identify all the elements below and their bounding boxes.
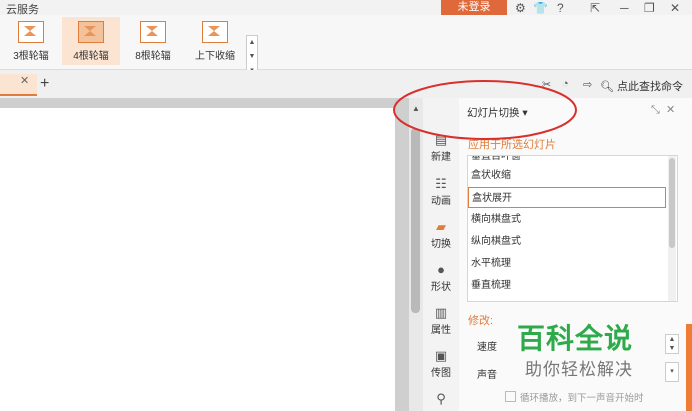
scrollbar-thumb[interactable]	[411, 128, 420, 313]
sound-label: 声音	[477, 370, 497, 381]
share-icon[interactable]: ⇨	[583, 78, 592, 91]
list-item[interactable]: 垂直梳理	[468, 275, 669, 296]
help-icon[interactable]: ?	[557, 1, 564, 15]
settings-icon[interactable]: ⚙	[515, 1, 526, 15]
list-item-selected[interactable]: 盒状展开	[468, 187, 666, 208]
list-item[interactable]: 盒状收缩	[468, 165, 669, 186]
document-tab[interactable]	[0, 74, 37, 96]
list-item[interactable]: 横向棋盘式	[468, 209, 669, 230]
speed-stepper[interactable]: ▲ ▼	[665, 334, 679, 354]
spokes-icon	[18, 21, 44, 43]
sidebar-item-animation[interactable]: ☷ 动画	[423, 176, 459, 207]
skin-icon[interactable]: 👕	[533, 1, 548, 15]
sidebar-item-properties[interactable]: ▥ 属性	[423, 305, 459, 336]
command-search[interactable]: 🔍︎ 点此查找命令	[600, 78, 683, 94]
login-button[interactable]: 未登录	[441, 0, 507, 15]
loop-sound-checkbox[interactable]: 循环播放，到下一声音开始时	[505, 390, 644, 404]
transition-icon: ▰	[436, 219, 446, 234]
sound-dropdown[interactable]: ▾	[665, 362, 679, 382]
speed-label: 速度	[477, 342, 497, 353]
properties-icon: ▥	[434, 305, 448, 320]
collapse-ribbon-icon[interactable]: ⇱	[590, 1, 600, 15]
search-icon: 🔍︎	[600, 81, 614, 93]
transition-list[interactable]: 垂直百叶窗 盒状收缩 盒状展开 横向棋盘式 纵向棋盘式 水平梳理 垂直梳理	[467, 155, 678, 302]
effect-vertical-shrink[interactable]: 上下收缩	[186, 17, 244, 65]
effect-4-spokes[interactable]: 4根轮辐	[62, 17, 120, 65]
task-pane-sidebar: ▤ 新建 ☷ 动画 ▰ 切换 ● 形状 ▥ 属性 ▣ 传图 ⚲	[423, 98, 459, 411]
list-item[interactable]: 水平梳理	[468, 253, 669, 274]
close-tab-icon[interactable]: ✕	[20, 74, 29, 87]
transition-ribbon: 3根轮辐 4根轮辐 8根轮辐 上下收缩 ▲▼▾	[0, 15, 692, 81]
pane-controls: ⤡ ✕	[651, 103, 675, 117]
modify-label: 修改:	[468, 315, 494, 327]
shrink-icon	[202, 21, 228, 43]
watermark-subtitle: 助你轻松解决	[525, 360, 633, 379]
list-item[interactable]: 纵向棋盘式	[468, 231, 669, 252]
animation-icon: ☷	[435, 176, 447, 191]
effect-8-spokes[interactable]: 8根轮辐	[124, 17, 182, 65]
spokes-icon	[140, 21, 166, 43]
top-bar: 云服务 未登录 ⚙ 👕 ? ⇱ ─ ❐ ✕	[0, 0, 692, 16]
sidebar-item-transition[interactable]: ▰ 切换	[423, 219, 459, 250]
minimize-icon[interactable]: ─	[620, 1, 629, 15]
location-icon: ⚲	[436, 391, 446, 406]
spokes-icon	[78, 21, 104, 43]
add-tab-icon[interactable]: +	[40, 75, 49, 93]
image-upload-icon: ▣	[434, 348, 448, 363]
sidebar-item-location[interactable]: ⚲	[423, 391, 459, 407]
document-tab-bar: ✕ + ✂ ◔ ⇨ 🔍︎ 点此查找命令	[0, 70, 692, 98]
close-pane-icon[interactable]: ✕	[666, 104, 675, 116]
slide-canvas-area	[0, 98, 409, 411]
close-icon[interactable]: ✕	[670, 1, 680, 15]
shape-icon: ●	[437, 262, 445, 277]
list-scrollbar-thumb[interactable]	[669, 158, 675, 248]
orange-edge-tab[interactable]	[686, 324, 692, 411]
dock-icon[interactable]: ⤡	[651, 104, 660, 116]
sidebar-item-shape[interactable]: ● 形状	[423, 262, 459, 293]
slide-canvas[interactable]	[0, 108, 395, 411]
annotation-ellipse	[393, 80, 577, 140]
list-scrollbar[interactable]	[668, 156, 676, 301]
effect-3-spokes[interactable]: 3根轮辐	[2, 17, 60, 65]
restore-icon[interactable]: ❐	[644, 1, 655, 15]
checkbox-icon[interactable]	[505, 391, 516, 402]
sidebar-item-upload-image[interactable]: ▣ 传图	[423, 348, 459, 379]
watermark-title: 百科全说	[517, 323, 634, 354]
vertical-scrollbar[interactable]: ▲	[409, 98, 423, 411]
